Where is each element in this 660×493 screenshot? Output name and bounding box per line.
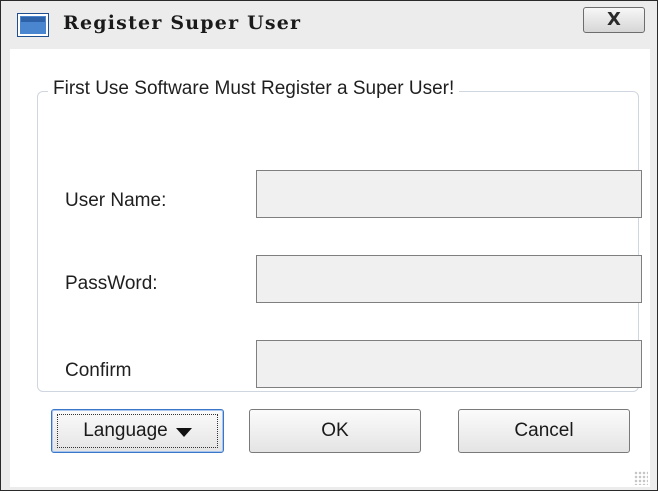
language-button-label: Language — [83, 420, 168, 441]
username-label: User Name: — [65, 190, 167, 211]
register-groupbox: First Use Software Must Register a Super… — [37, 78, 642, 392]
window-title: Register Super User — [63, 12, 302, 34]
close-button[interactable]: X — [583, 7, 645, 33]
ok-button[interactable]: OK — [249, 409, 421, 453]
close-icon: X — [607, 9, 621, 30]
password-label: PassWord: — [65, 273, 158, 294]
cancel-button[interactable]: Cancel — [458, 409, 630, 453]
dialog-body: First Use Software Must Register a Super… — [10, 49, 650, 487]
dropdown-arrow-icon — [175, 427, 192, 437]
resize-grip-icon[interactable] — [634, 471, 648, 485]
username-input[interactable] — [256, 170, 642, 218]
groupbox-title: First Use Software Must Register a Super… — [48, 78, 460, 100]
window-app-icon — [18, 14, 48, 36]
register-super-user-dialog: Register Super User X First Use Software… — [0, 0, 658, 491]
confirm-password-input[interactable] — [256, 340, 642, 388]
language-button-focus-ring: Language — [57, 414, 218, 448]
confirm-label: Confirm — [65, 360, 132, 381]
title-bar[interactable]: Register Super User X — [1, 1, 657, 49]
language-dropdown-button[interactable]: Language — [51, 409, 224, 453]
password-input[interactable] — [256, 255, 642, 303]
